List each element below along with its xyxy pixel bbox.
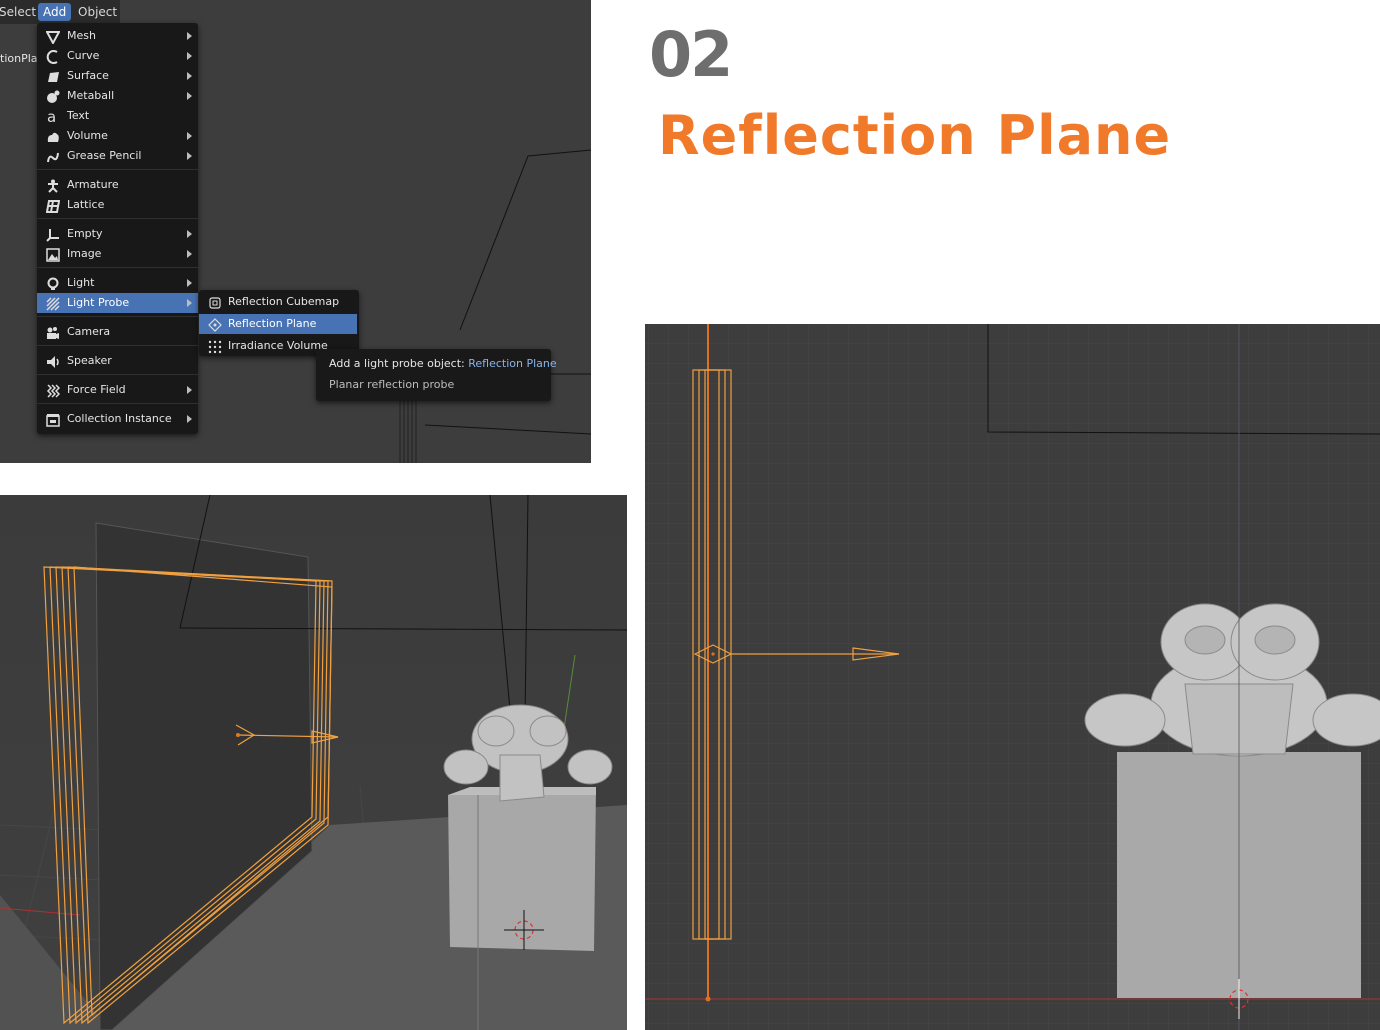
submenu-arrow-icon [187,92,192,100]
menu-item-surface[interactable]: Surface [37,66,198,86]
reflection-plane-icon [208,317,222,332]
force-field-icon [46,383,61,398]
menu-separator [37,169,198,170]
mesh-icon [45,29,61,46]
tooltip-highlight: Reflection Plane [468,357,557,370]
menu-item-label: Text [67,109,90,122]
empty-icon [46,227,60,242]
menu-separator [37,218,198,219]
menu-item-label: Camera [67,325,111,338]
menu-item-label: Force Field [67,383,126,396]
armature-icon [46,178,60,193]
tooltip-description: Planar reflection probe [329,378,455,391]
curve-icon [46,49,60,64]
svg-text:a: a [47,110,56,124]
menu-item-armature[interactable]: Armature [37,175,198,195]
reflection-cubemap-icon [208,295,222,309]
menu-item-label: Curve [67,49,100,62]
menu-item-label: Surface [67,69,109,82]
irradiance-volume-icon [208,339,222,354]
tooltip-prefix: Add a light probe object: [329,357,465,370]
menu-item-volume[interactable]: Volume [37,126,198,146]
submenu-arrow-icon [187,132,192,140]
menu-item-reflection-plane[interactable]: Reflection Plane [199,314,357,334]
perspective-scene [0,495,627,1030]
menu-item-label: Grease Pencil [67,149,142,162]
menu-item-lattice[interactable]: Lattice [37,195,198,215]
menu-item-label: Mesh [67,29,96,42]
submenu-arrow-icon [187,32,192,40]
menu-item-empty[interactable]: Empty [37,224,198,244]
menu-item-curve[interactable]: Curve [37,46,198,66]
menu-item-label: Lattice [67,198,105,211]
submenu-arrow-icon [187,386,192,394]
menu-item-label: Reflection Plane [228,317,317,330]
tooltip: Add a light probe object: Reflection Pla… [316,349,557,401]
menu-separator [37,267,198,268]
menu-separator [37,316,198,317]
select-menu[interactable]: Select [0,3,41,21]
menu-item-label: Metaball [67,89,115,102]
add-dropdown-menu: Mesh Curve Surface Metaball a Text Volume Greas… [37,23,198,434]
add-menu[interactable]: Add [38,3,72,21]
section-number: 02 [649,18,733,91]
menu-separator [37,403,198,404]
menu-item-label: Light Probe [67,296,130,309]
menu-item-label: Speaker [67,354,112,367]
lattice-icon [45,198,61,213]
menu-separator [37,345,198,346]
menu-item-text[interactable]: a Text [37,106,198,126]
menu-item-speaker[interactable]: Speaker [37,351,198,371]
surface-icon [46,69,60,83]
submenu-arrow-icon [187,415,192,423]
submenu-arrow-icon [187,52,192,60]
text-icon: a [46,108,60,126]
menu-item-collection-instance[interactable]: Collection Instance [37,409,198,429]
menu-item-light-probe[interactable]: Light Probe [37,293,198,313]
perspective-viewport [0,495,627,1030]
object-menu[interactable]: Object [73,3,122,21]
object-name-label: tionPla [0,52,38,65]
menu-item-camera[interactable]: Camera [37,322,198,342]
menu-item-label: Reflection Cubemap [228,295,340,308]
submenu-arrow-icon [187,250,192,258]
menu-item-label: Irradiance Volume [228,339,328,352]
menu-item-label: Collection Instance [67,412,172,425]
submenu-arrow-icon [187,299,192,307]
image-icon [46,247,60,262]
menu-item-reflection-cubemap[interactable]: Reflection Cubemap [199,292,357,312]
speaker-icon [46,354,60,368]
menu-item-image[interactable]: Image [37,244,198,264]
menu-item-force-field[interactable]: Force Field [37,380,198,400]
light-icon [46,276,60,290]
submenu-arrow-icon [187,152,192,160]
submenu-arrow-icon [187,279,192,287]
collection-instance-icon [46,412,60,427]
ortho-scene [645,324,1380,1030]
light-probe-submenu: Reflection Cubemap Reflection Plane Irradi… [199,290,359,356]
menu-item-label: Empty [67,227,103,240]
menu-item-label: Volume [67,129,108,142]
menu-item-mesh[interactable]: Mesh [37,26,198,46]
menu-item-label: Image [67,247,102,260]
light-probe-icon [46,296,60,311]
menu-item-metaball[interactable]: Metaball [37,86,198,106]
section-title: Reflection Plane [658,104,1172,167]
menu-separator [37,374,198,375]
submenu-arrow-icon [187,230,192,238]
grease-pencil-icon [46,149,60,163]
metaball-icon [46,89,60,103]
add-menu-screenshot: Select Add Object tionPla Mesh Curve Surfa… [0,0,591,463]
submenu-arrow-icon [187,72,192,80]
menu-item-label: Armature [67,178,119,191]
top-ortho-viewport [645,324,1380,1030]
header-menubar: Select Add Object [0,0,120,24]
camera-icon [46,325,60,339]
menu-item-label: Light [67,276,95,289]
menu-item-light[interactable]: Light [37,273,198,293]
menu-item-grease-pencil[interactable]: Grease Pencil [37,146,198,166]
volume-icon [46,129,60,143]
